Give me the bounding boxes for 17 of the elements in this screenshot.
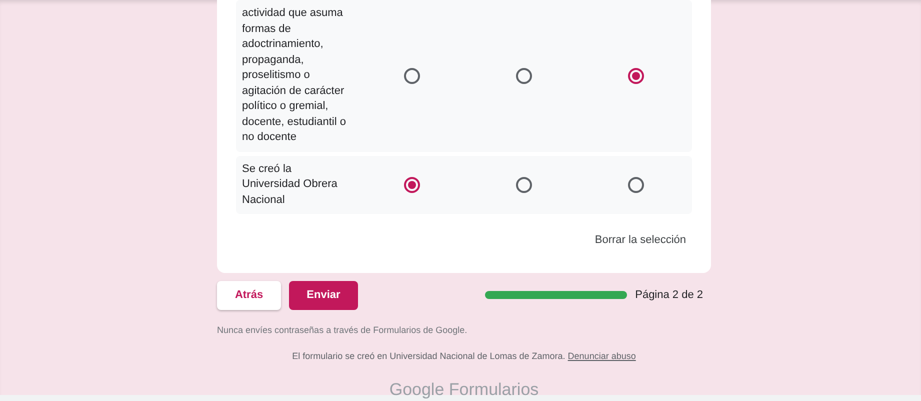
radio-button[interactable] [628, 176, 644, 193]
page-indicator: Página 2 de 2 [635, 288, 703, 303]
radio-button[interactable] [404, 176, 420, 193]
radio-button[interactable] [404, 68, 420, 84]
password-notice: Nunca envíes contraseñas a través de Formularios de Google. [217, 324, 468, 337]
radio-button[interactable] [516, 176, 532, 193]
back-button[interactable]: Atrás [217, 280, 281, 310]
google-wordmark: Google [389, 380, 444, 398]
clear-selection-button[interactable]: Borrar la selección [588, 228, 692, 252]
product-name: Formularios [448, 380, 539, 398]
report-abuse-link[interactable]: Denunciar abuso [568, 351, 636, 361]
footer-text: El formulario se creó en Universidad Nacional de Lomas de Zamora. [292, 351, 566, 361]
submit-button[interactable]: Enviar [289, 280, 358, 310]
radio-button[interactable] [516, 68, 532, 84]
row-label: actividad que asuma formas de adoctrinamiento, propaganda, proselitismo o agitación de carácter político o gremial, docente, estudiantil o no docente [241, 6, 347, 145]
radio-button[interactable] [628, 68, 644, 84]
row-label: Se creó la Universidad Obrera Nacional [241, 162, 338, 208]
